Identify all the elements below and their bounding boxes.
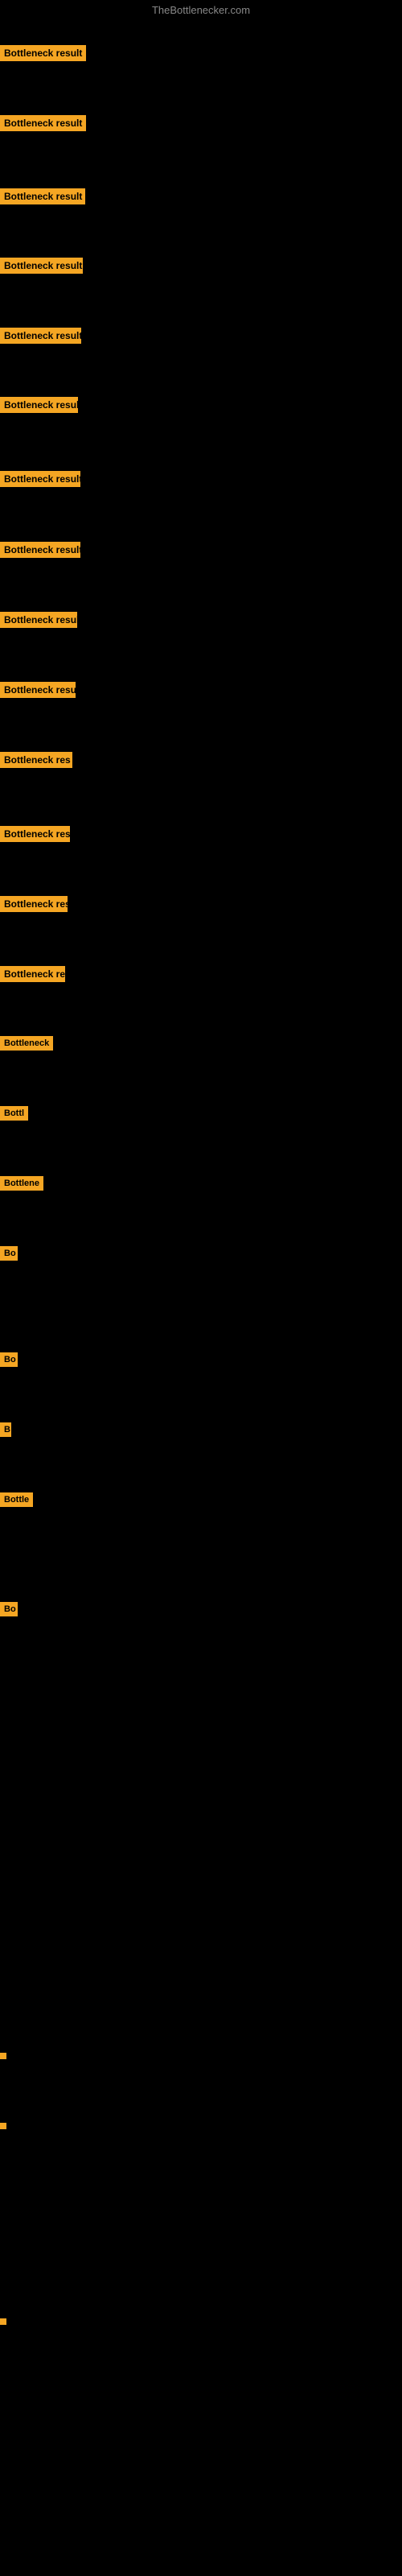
bottleneck-badge-7: Bottleneck result xyxy=(0,542,80,558)
bottleneck-badge-19: B xyxy=(0,1422,11,1437)
bottleneck-badge-2: Bottleneck result xyxy=(0,188,85,204)
bottleneck-badge-11: Bottleneck res xyxy=(0,826,70,842)
bottleneck-badge-17: Bo xyxy=(0,1246,18,1261)
bottleneck-badge-18: Bo xyxy=(0,1352,18,1367)
bottleneck-badge-14: Bottleneck xyxy=(0,1036,53,1051)
bottleneck-badge-20: Bottle xyxy=(0,1492,33,1507)
bottleneck-badge-5: Bottleneck result xyxy=(0,397,78,413)
bottleneck-badge-16: Bottlene xyxy=(0,1176,43,1191)
bottleneck-badge-13: Bottleneck res xyxy=(0,966,65,982)
bottleneck-badge-4: Bottleneck result xyxy=(0,328,81,344)
small-bar-2 xyxy=(0,2318,6,2325)
bottleneck-badge-3: Bottleneck result xyxy=(0,258,83,274)
bottleneck-badge-1: Bottleneck result xyxy=(0,115,86,131)
small-bar-0 xyxy=(0,2053,6,2059)
bottleneck-badge-15: Bottl xyxy=(0,1106,28,1121)
bottleneck-badge-0: Bottleneck result xyxy=(0,45,86,61)
site-title: TheBottlenecker.com xyxy=(0,4,402,16)
bottleneck-badge-12: Bottleneck res xyxy=(0,896,68,912)
bottleneck-badge-21: Bo xyxy=(0,1602,18,1616)
bottleneck-badge-10: Bottleneck res xyxy=(0,752,72,768)
bottleneck-badge-9: Bottleneck result xyxy=(0,682,76,698)
bottleneck-badge-6: Bottleneck result xyxy=(0,471,80,487)
small-bar-1 xyxy=(0,2123,6,2129)
bottleneck-badge-8: Bottleneck result xyxy=(0,612,77,628)
